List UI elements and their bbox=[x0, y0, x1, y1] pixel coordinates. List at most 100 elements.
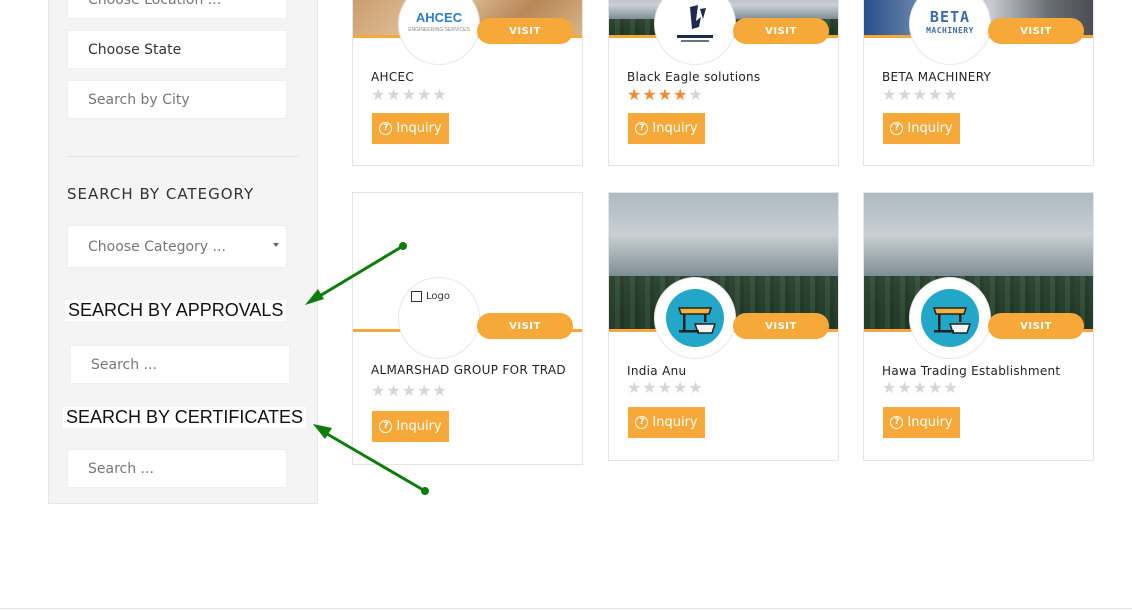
approvals-search-input[interactable]: Search ... bbox=[70, 345, 290, 384]
star-icon: ★ bbox=[417, 85, 432, 104]
visit-button[interactable]: VISIT bbox=[733, 313, 829, 339]
inquiry-button[interactable]: ? Inquiry bbox=[372, 113, 449, 144]
company-title[interactable]: Hawa Trading Establishment bbox=[882, 364, 1060, 378]
company-logo[interactable]: Logo bbox=[398, 277, 480, 359]
inquiry-button[interactable]: ? Inquiry bbox=[628, 407, 705, 438]
approvals-placeholder: Search ... bbox=[91, 356, 157, 373]
approvals-heading: SEARCH BY APPROVALS bbox=[65, 300, 287, 321]
shop-basket-icon bbox=[921, 289, 979, 347]
star-icon: ★ bbox=[928, 378, 943, 397]
company-card: BETA MACHINERY VISIT BETA MACHINERY ★ ★ ★ ★… bbox=[863, 0, 1094, 166]
logo-subtext: ENGINEERING SERVICES bbox=[408, 27, 470, 33]
inquiry-button[interactable]: ? Inquiry bbox=[372, 411, 449, 442]
inquiry-label: Inquiry bbox=[907, 415, 953, 430]
star-icon: ★ bbox=[642, 85, 657, 104]
star-icon: ★ bbox=[673, 378, 688, 397]
location-select[interactable]: Choose Location ... bbox=[67, 0, 287, 19]
star-icon: ★ bbox=[657, 378, 673, 397]
location-placeholder: Choose Location ... bbox=[88, 0, 222, 8]
company-logo[interactable] bbox=[654, 277, 736, 359]
sidebar-divider bbox=[67, 156, 299, 157]
image-icon bbox=[411, 291, 422, 302]
company-card: VISIT Hawa Trading Establishment ★ ★ ★ ★ ★ ?… bbox=[863, 192, 1094, 461]
visit-button[interactable]: VISIT bbox=[477, 313, 573, 339]
star-icon: ★ bbox=[882, 378, 897, 397]
visit-button[interactable]: VISIT bbox=[733, 18, 829, 44]
logo-mark: BETA MACHINERY bbox=[926, 10, 974, 37]
rating-stars: ★ ★ ★ ★ ★ bbox=[627, 87, 703, 103]
star-icon: ★ bbox=[912, 378, 928, 397]
inquiry-button[interactable]: ? Inquiry bbox=[883, 407, 960, 438]
visit-button[interactable]: VISIT bbox=[988, 313, 1084, 339]
star-icon: ★ bbox=[432, 85, 447, 104]
company-title[interactable]: AHCEC bbox=[371, 70, 414, 84]
company-logo[interactable] bbox=[654, 0, 736, 65]
rating-stars: ★ ★ ★ ★ ★ bbox=[627, 380, 703, 396]
star-icon: ★ bbox=[673, 85, 688, 104]
star-icon: ★ bbox=[897, 378, 912, 397]
star-icon: ★ bbox=[371, 85, 386, 104]
star-icon: ★ bbox=[688, 378, 703, 397]
certificates-heading: SEARCH BY CERTIFICATES bbox=[63, 407, 307, 428]
rating-stars: ★ ★ ★ ★ ★ bbox=[882, 87, 958, 103]
star-icon: ★ bbox=[688, 85, 703, 104]
star-icon: ★ bbox=[401, 85, 417, 104]
visit-button[interactable]: VISIT bbox=[988, 18, 1084, 44]
company-title[interactable]: ALMARSHAD GROUP FOR TRADING bbox=[371, 364, 566, 377]
inquiry-label: Inquiry bbox=[652, 415, 698, 430]
visit-button[interactable]: VISIT bbox=[477, 18, 573, 44]
shop-basket-icon bbox=[666, 289, 724, 347]
category-heading: SEARCH BY CATEGORY bbox=[67, 185, 255, 203]
company-title[interactable]: Black Eagle solutions bbox=[627, 70, 760, 84]
company-card: VISIT Black Eagle solutions ★ ★ ★ ★ ★ ? Inqu… bbox=[608, 0, 839, 166]
logo-text: AHCEC bbox=[415, 10, 463, 25]
logo-alt-text: Logo bbox=[426, 291, 450, 302]
company-card: AHCEC ENGINEERING SERVICES VISIT AHCEC ★… bbox=[352, 0, 583, 166]
filter-sidebar: Choose Location ... Choose State Search … bbox=[48, 0, 318, 504]
question-circle-icon: ? bbox=[890, 416, 904, 429]
company-title[interactable]: India Anu bbox=[627, 364, 686, 378]
star-icon: ★ bbox=[386, 381, 401, 400]
certificates-placeholder: Search ... bbox=[88, 460, 154, 477]
star-icon: ★ bbox=[642, 378, 657, 397]
star-icon: ★ bbox=[897, 85, 912, 104]
star-icon: ★ bbox=[928, 85, 943, 104]
category-placeholder: Choose Category ... bbox=[88, 238, 226, 255]
inquiry-label: Inquiry bbox=[396, 121, 442, 136]
company-card: VISIT India Anu ★ ★ ★ ★ ★ ? Inquiry bbox=[608, 192, 839, 461]
star-icon: ★ bbox=[417, 381, 432, 400]
question-circle-icon: ? bbox=[379, 420, 393, 433]
inquiry-button[interactable]: ? Inquiry bbox=[883, 113, 960, 144]
star-icon: ★ bbox=[371, 381, 386, 400]
caret-down-icon bbox=[273, 243, 279, 247]
star-icon: ★ bbox=[627, 85, 642, 104]
logo-subtext: MACHINERY bbox=[926, 26, 974, 35]
star-icon: ★ bbox=[401, 381, 417, 400]
company-logo[interactable]: BETA MACHINERY bbox=[909, 0, 991, 65]
inquiry-label: Inquiry bbox=[652, 121, 698, 136]
state-value: Choose State bbox=[88, 41, 182, 58]
category-select[interactable]: Choose Category ... bbox=[67, 225, 287, 268]
rating-stars: ★ ★ ★ ★ ★ bbox=[371, 383, 447, 399]
company-logo[interactable]: AHCEC ENGINEERING SERVICES bbox=[398, 0, 480, 65]
inquiry-button[interactable]: ? Inquiry bbox=[628, 113, 705, 144]
company-logo[interactable] bbox=[909, 277, 991, 359]
company-title[interactable]: BETA MACHINERY bbox=[882, 70, 991, 84]
inquiry-label: Inquiry bbox=[907, 121, 953, 136]
eagle-logo-icon bbox=[677, 5, 713, 42]
city-placeholder: Search by City bbox=[88, 91, 190, 108]
star-icon: ★ bbox=[386, 85, 401, 104]
star-icon: ★ bbox=[432, 381, 447, 400]
company-card: Logo VISIT ALMARSHAD GROUP FOR TRADING ★… bbox=[352, 192, 583, 465]
question-circle-icon: ? bbox=[379, 122, 393, 135]
state-select[interactable]: Choose State bbox=[67, 30, 287, 69]
footer-divider bbox=[0, 608, 1132, 609]
star-icon: ★ bbox=[882, 85, 897, 104]
logo-mark: AHCEC ENGINEERING SERVICES bbox=[408, 10, 470, 36]
rating-stars: ★ ★ ★ ★ ★ bbox=[882, 380, 958, 396]
city-search-input[interactable]: Search by City bbox=[67, 80, 287, 119]
page: Choose Location ... Choose State Search … bbox=[0, 0, 1132, 611]
star-icon: ★ bbox=[627, 378, 642, 397]
certificates-search-input[interactable]: Search ... bbox=[67, 449, 287, 488]
star-icon: ★ bbox=[657, 85, 673, 104]
